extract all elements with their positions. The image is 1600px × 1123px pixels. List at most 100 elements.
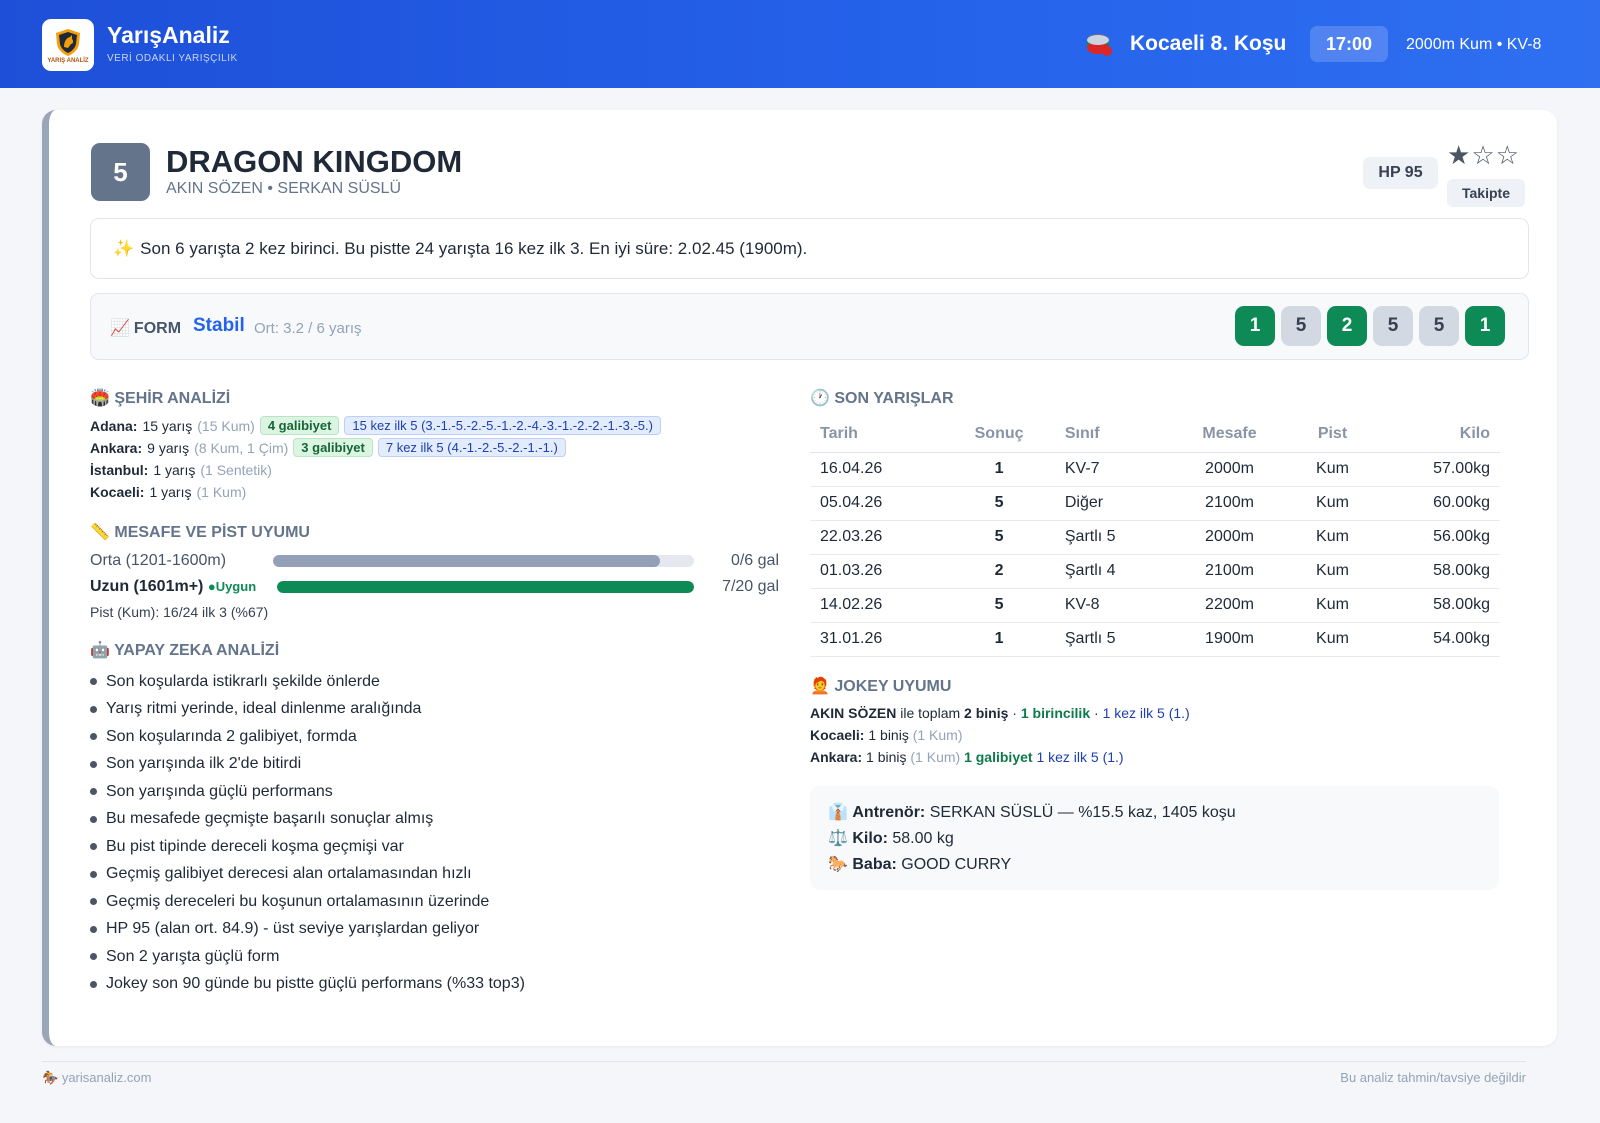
- cell-distance: 2000m: [1169, 452, 1290, 487]
- cell-distance: 2000m: [1169, 520, 1290, 555]
- column-header[interactable]: Sınıf: [1054, 416, 1170, 453]
- city-row: Ankara: 9 yarış (8 Kum, 1 Çim) 3 galibiyet…: [90, 438, 566, 457]
- column-header[interactable]: Sonuç: [943, 416, 1055, 453]
- footer-site[interactable]: 🏇 yarisanaliz.com: [42, 1070, 151, 1086]
- sparkle-icon: ✨: [113, 238, 135, 258]
- form-result: 5: [1281, 306, 1321, 346]
- cell-track: Kum: [1289, 520, 1376, 555]
- cell-result: 5: [943, 520, 1055, 555]
- distance-label: Uzun (1601m+) ●Uygun: [90, 578, 257, 595]
- cell-result: 5: [943, 486, 1055, 521]
- form-result: 1: [1235, 306, 1275, 346]
- green-dot-icon: ●: [207, 579, 216, 594]
- logo-text: YARIŞ ANALİZ: [47, 57, 89, 64]
- form-result: 5: [1419, 306, 1459, 346]
- stadium-icon: 🏟️: [90, 390, 115, 407]
- table-row[interactable]: 05.04.26 5 Diğer 2100m Kum 60.00kg: [810, 486, 1500, 521]
- race-time-badge: 17:00: [1310, 26, 1388, 62]
- clock-icon: 🕐: [810, 390, 835, 407]
- rating-stars[interactable]: ★☆☆: [1447, 140, 1520, 171]
- cell-weight: 60.00kg: [1375, 486, 1500, 521]
- cell-date: 22.03.26: [810, 520, 944, 555]
- list-item: Geçmiş dereceleri bu koşunun ortalamasın…: [90, 888, 525, 916]
- form-average: Ort: 3.2 / 6 yarış: [254, 320, 362, 337]
- column-header[interactable]: Kilo: [1375, 416, 1500, 453]
- cell-result: 1: [943, 452, 1055, 487]
- wins-tag: 4 galibiyet: [259, 416, 340, 435]
- cell-weight: 57.00kg: [1375, 452, 1500, 487]
- table-header-row: Tarih Sonuç Sınıf Mesafe Pist Kilo: [810, 416, 1500, 453]
- cell-result: 5: [943, 588, 1055, 623]
- follow-button[interactable]: Takipte: [1447, 179, 1525, 207]
- distance-bar-fill: [277, 581, 694, 593]
- suitable-badge: ●Uygun: [207, 579, 257, 594]
- cell-track: Kum: [1289, 452, 1376, 487]
- city-analysis-title: 🏟️ ŞEHİR ANALİZİ: [90, 390, 231, 407]
- top5-tag: 15 kez ilk 5 (3.-1.-5.-2.-5.-1.-2.-4.-3.…: [344, 416, 661, 435]
- tie-icon: 👔: [828, 804, 848, 821]
- table-row[interactable]: 01.03.26 2 Şartlı 4 2100m Kum 58.00kg: [810, 554, 1500, 589]
- table-row[interactable]: 14.02.26 5 KV-8 2200m Kum 58.00kg: [810, 588, 1500, 623]
- cell-track: Kum: [1289, 554, 1376, 589]
- ai-analysis-list: Son koşularda istikrarlı şekilde önlerde…: [90, 668, 525, 998]
- cell-weight: 58.00kg: [1375, 554, 1500, 589]
- list-item: HP 95 (alan ort. 84.9) - üst seviye yarı…: [90, 916, 525, 944]
- scale-icon: ⚖️: [828, 830, 848, 847]
- sire-line: 🐎 Baba: GOOD CURRY: [828, 856, 1012, 873]
- cell-weight: 58.00kg: [1375, 588, 1500, 623]
- jockey-trainer-line: AKIN SÖZEN • SERKAN SÜSLÜ: [166, 180, 401, 197]
- horse-icon: 🐎: [828, 856, 848, 873]
- cell-class: KV-7: [1054, 452, 1170, 487]
- star-empty-icon[interactable]: ☆: [1471, 140, 1495, 170]
- column-header[interactable]: Tarih: [810, 416, 944, 453]
- star-filled-icon[interactable]: ★: [1447, 140, 1471, 170]
- column-header[interactable]: Mesafe: [1169, 416, 1290, 453]
- top5-tag: 7 kez ilk 5 (4.-1.-2.-5.-2.-1.-1.): [377, 438, 566, 457]
- cell-distance: 1900m: [1169, 622, 1290, 657]
- race-track-icon: [1087, 34, 1112, 56]
- recent-races-table: Tarih Sonuç Sınıf Mesafe Pist Kilo 16.04…: [810, 416, 1500, 657]
- form-label: 📈 FORM: [110, 320, 182, 337]
- list-item: Son yarışında güçlü performans: [90, 778, 525, 806]
- table-row[interactable]: 31.01.26 1 Şartlı 5 1900m Kum 54.00kg: [810, 622, 1500, 657]
- summary-box: ✨ Son 6 yarışta 2 kez birinci. Bu pistte…: [90, 218, 1529, 279]
- list-item: Bu pist tipinde dereceli koşma geçmişi v…: [90, 833, 525, 861]
- hp-badge: HP 95: [1363, 157, 1438, 189]
- form-result: 5: [1373, 306, 1413, 346]
- cell-track: Kum: [1289, 588, 1376, 623]
- distance-bar-fill: [273, 555, 661, 567]
- cell-distance: 2100m: [1169, 554, 1290, 589]
- cell-result: 2: [943, 554, 1055, 589]
- logo-small-icon: 🏇: [42, 1070, 59, 1085]
- list-item: Yarış ritmi yerinde, ideal dinlenme aral…: [90, 696, 525, 724]
- footer-divider: [42, 1061, 1526, 1062]
- distance-bar: [277, 581, 694, 593]
- form-state: Stabil: [193, 315, 245, 336]
- table-row[interactable]: 22.03.26 5 Şartlı 5 2000m Kum 56.00kg: [810, 520, 1500, 555]
- city-row: Kocaeli: 1 yarış (1 Kum): [90, 484, 247, 500]
- column-header[interactable]: Pist: [1289, 416, 1376, 453]
- star-empty-icon[interactable]: ☆: [1496, 140, 1520, 170]
- cell-date: 31.01.26: [810, 622, 944, 657]
- cell-distance: 2200m: [1169, 588, 1290, 623]
- details-box: 👔 Antrenör: SERKAN SÜSLÜ — %15.5 kaz, 14…: [810, 786, 1499, 890]
- form-result: 2: [1327, 306, 1367, 346]
- brand-tagline: VERİ ODAKLI YARIŞÇILIK: [107, 53, 238, 64]
- distance-value: 7/20 gal: [722, 578, 779, 595]
- list-item: Bu mesafede geçmişte başarılı sonuçlar a…: [90, 806, 525, 834]
- cell-class: KV-8: [1054, 588, 1170, 623]
- table-row[interactable]: 16.04.26 1 KV-7 2000m Kum 57.00kg: [810, 452, 1500, 487]
- cell-weight: 56.00kg: [1375, 520, 1500, 555]
- jockey-title: 🧑‍🦰 JOKEY UYUMU: [810, 678, 952, 695]
- logo[interactable]: YARIŞ ANALİZ: [42, 19, 94, 71]
- race-title: Kocaeli 8. Koşu: [1130, 32, 1287, 55]
- footer-disclaimer: Bu analiz tahmin/tavsiye değildir: [1340, 1070, 1526, 1085]
- city-row: İstanbul: 1 yarış (1 Sentetik): [90, 462, 272, 478]
- list-item: Son koşularında 2 galibiyet, formda: [90, 723, 525, 751]
- distance-label: Orta (1201-1600m): [90, 552, 227, 569]
- form-box: 📈 FORM Stabil Ort: 3.2 / 6 yarış 1 5 2 5 …: [90, 293, 1529, 360]
- distance-value: 0/6 gal: [730, 552, 779, 569]
- cell-weight: 54.00kg: [1375, 622, 1500, 657]
- race-info: 2000m Kum • KV-8: [1406, 36, 1542, 53]
- ai-analysis-title: 🤖 YAPAY ZEKA ANALİZİ: [90, 642, 280, 659]
